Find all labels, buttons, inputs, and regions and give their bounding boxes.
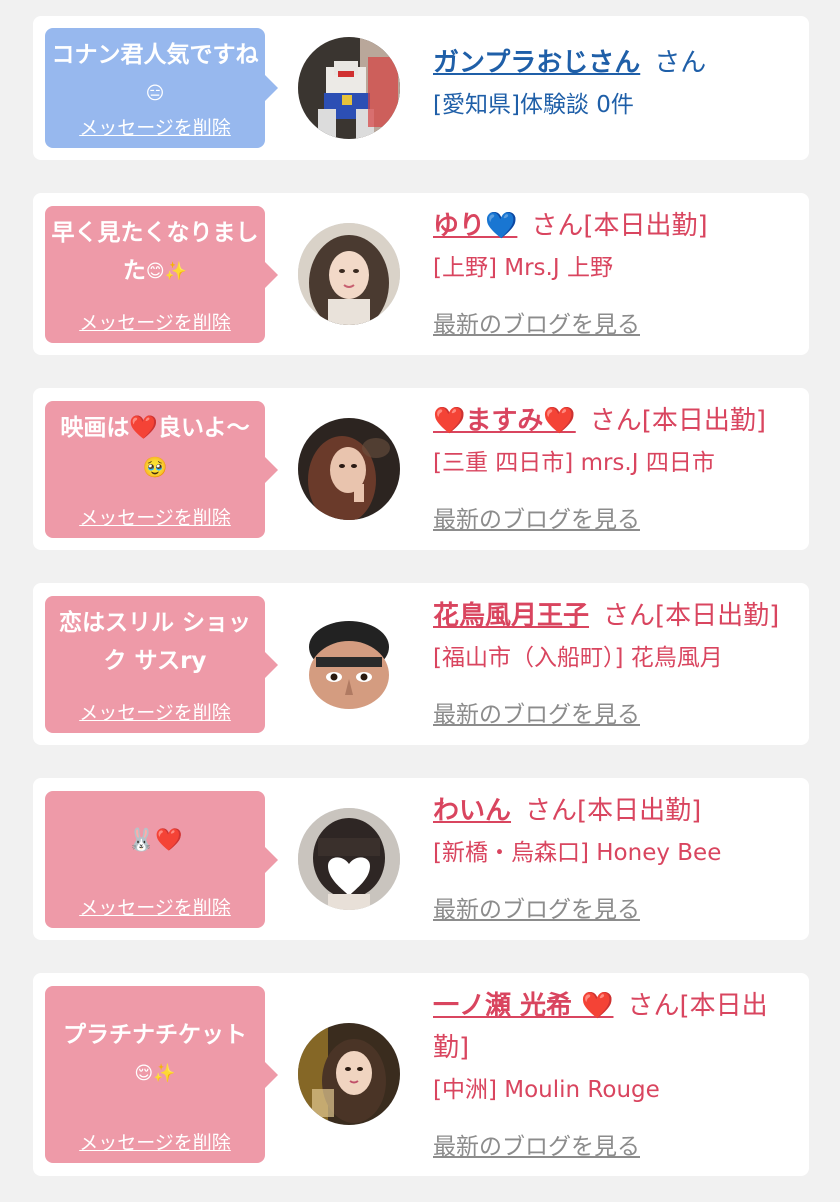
message-text: プラチナチケット 😌✨ (51, 994, 259, 1093)
user-name-link[interactable]: 一ノ瀬 光希 ❤️ (433, 991, 613, 1021)
user-info: ガンプラおじさん さん [愛知県]体験談 0件 (433, 42, 793, 122)
message-bubble: 映画は❤️良いよ〜 🥹 メッセージを削除 (45, 401, 278, 538)
message-bubble: 🐰❤️ メッセージを削除 (45, 791, 278, 928)
message-text: 映画は❤️良いよ〜 🥹 (51, 409, 259, 486)
message-text: 恋はスリル ショック サスry (58, 610, 251, 674)
emoji: 😌✨ (134, 1062, 176, 1084)
avatar[interactable] (298, 37, 400, 139)
message-bubble: 早く見たくなりました😊✨ メッセージを削除 (45, 206, 278, 343)
user-info: 一ノ瀬 光希 ❤️ さん[本日出勤] [中洲] Moulin Rouge 最新のブ… (433, 985, 793, 1161)
avatar[interactable] (298, 223, 400, 325)
message-bubble: プラチナチケット 😌✨ メッセージを削除 (45, 986, 278, 1163)
shop-info: [三重 四日市] mrs.J 四日市 (433, 450, 715, 476)
message-card: 映画は❤️良いよ〜 🥹 メッセージを削除 ❤️ますみ❤️ さん[本日出勤] [三重 … (33, 388, 809, 550)
user-info: ゆり💙 さん[本日出勤] [上野] Mrs.J 上野 最新のブログを見る (433, 205, 793, 339)
honorific: さん[本日出勤] (603, 601, 780, 631)
delete-message-link[interactable]: メッセージを削除 (45, 893, 265, 920)
avatar[interactable] (298, 1023, 400, 1125)
shop-info: [愛知県]体験談 0件 (433, 92, 634, 118)
latest-blog-link[interactable]: 最新のブログを見る (433, 695, 640, 729)
delete-message-link[interactable]: メッセージを削除 (45, 308, 265, 335)
emoji: 🐰❤️ (127, 827, 183, 853)
message-card: コナン君人気ですね😑 メッセージを削除 ガンプラおじさん さん [愛知県]体験談… (33, 16, 809, 160)
honorific: さん[本日出勤] (525, 796, 702, 826)
message-list: コナン君人気ですね😑 メッセージを削除 ガンプラおじさん さん [愛知県]体験談… (0, 0, 840, 1202)
message-text: 🐰❤️ (51, 799, 259, 860)
user-name-link[interactable]: ❤️ますみ❤️ (433, 406, 576, 436)
honorific: さん (654, 48, 707, 78)
user-name-link[interactable]: ゆり💙 (433, 211, 517, 241)
delete-message-link[interactable]: メッセージを削除 (45, 1128, 265, 1155)
latest-blog-link[interactable]: 最新のブログを見る (433, 500, 640, 534)
delete-message-link[interactable]: メッセージを削除 (45, 113, 265, 140)
honorific: さん[本日出勤] (589, 406, 767, 436)
user-name-link[interactable]: わいん (433, 796, 511, 826)
emoji: 🥹 (142, 454, 168, 479)
shop-info: [福山市（入船町）] 花鳥風月 (433, 645, 723, 671)
honorific: さん[本日出勤] (531, 211, 708, 241)
emoji: 😊✨ (145, 260, 188, 282)
user-info: ❤️ますみ❤️ さん[本日出勤] [三重 四日市] mrs.J 四日市 最新のブロ… (433, 400, 793, 534)
avatar[interactable] (298, 613, 400, 715)
latest-blog-link[interactable]: 最新のブログを見る (433, 305, 640, 339)
user-info: わいん さん[本日出勤] [新橋・烏森口] Honey Bee 最新のブログを見る (433, 790, 793, 924)
user-name-link[interactable]: ガンプラおじさん (433, 48, 640, 78)
message-card: 早く見たくなりました😊✨ メッセージを削除 ゆり💙 さん[本日出勤] [上野] M… (33, 193, 809, 355)
message-text: 早く見たくなりました😊✨ (51, 214, 259, 291)
shop-info: [上野] Mrs.J 上野 (433, 255, 613, 281)
latest-blog-link[interactable]: 最新のブログを見る (433, 890, 640, 924)
message-card: 恋はスリル ショック サスry メッセージを削除 花鳥風月王子 さん[本日出勤] … (33, 583, 809, 745)
message-text: コナン君人気ですね😑 (51, 36, 259, 113)
emoji: 😑 (145, 82, 165, 104)
message-bubble: コナン君人気ですね😑 メッセージを削除 (45, 28, 278, 148)
latest-blog-link[interactable]: 最新のブログを見る (433, 1127, 640, 1161)
shop-info: [中洲] Moulin Rouge (433, 1077, 660, 1103)
user-info: 花鳥風月王子 さん[本日出勤] [福山市（入船町）] 花鳥風月 最新のブログを見る (433, 595, 793, 729)
user-name-link[interactable]: 花鳥風月王子 (433, 601, 589, 631)
avatar[interactable] (298, 808, 400, 910)
message-card: 🐰❤️ メッセージを削除 わいん さん[本日出勤] [新橋・烏森口] Honey … (33, 778, 809, 940)
delete-message-link[interactable]: メッセージを削除 (45, 503, 265, 530)
shop-info: [新橋・烏森口] Honey Bee (433, 840, 722, 866)
avatar[interactable] (298, 418, 400, 520)
delete-message-link[interactable]: メッセージを削除 (45, 698, 265, 725)
message-bubble: 恋はスリル ショック サスry メッセージを削除 (45, 596, 278, 733)
message-card: プラチナチケット 😌✨ メッセージを削除 一ノ瀬 光希 ❤️ さん[本日出勤] [中… (33, 973, 809, 1176)
